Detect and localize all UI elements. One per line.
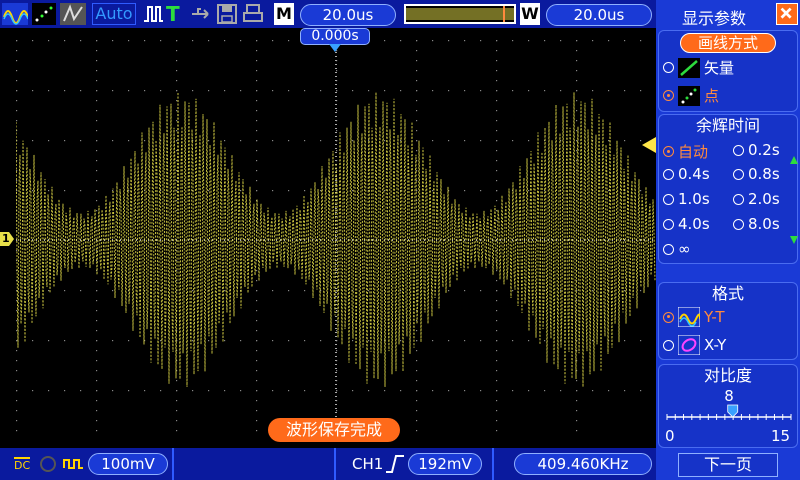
window-overview-bar[interactable]: [404, 4, 516, 24]
rising-edge-icon[interactable]: [384, 454, 406, 474]
next-page-button[interactable]: 下一页: [678, 453, 778, 477]
window-timebase-value[interactable]: 20.0us: [546, 4, 652, 26]
persist-option-infinite[interactable]: ∞: [663, 240, 691, 258]
draw-option-dots[interactable]: 点: [663, 85, 719, 106]
radio-icon: [663, 193, 674, 205]
trigger-level-value[interactable]: 192mV: [408, 453, 482, 475]
option-label: 2.0s: [748, 190, 780, 208]
persistence-section: 余辉时间 自动 0.2s 0.4s 0.8s 1.0s 2.0s 4.0s 8.…: [658, 114, 798, 264]
draw-mode-section: 画线方式 矢量 点: [658, 30, 798, 112]
persist-option-4-0s[interactable]: 4.0s: [663, 215, 710, 233]
contrast-min-label: 0: [665, 427, 675, 445]
scroll-down-icon[interactable]: [789, 235, 799, 245]
divider: [492, 448, 494, 480]
radio-icon: [663, 90, 674, 101]
contrast-max-label: 15: [771, 427, 791, 445]
close-button[interactable]: [776, 3, 798, 25]
waveform-format-icon[interactable]: [2, 3, 28, 25]
persist-option-auto[interactable]: 自动: [663, 141, 708, 162]
persist-option-1-0s[interactable]: 1.0s: [663, 190, 710, 208]
option-label: 1.0s: [678, 190, 710, 208]
format-section: 格式 Y-T X-Y: [658, 282, 798, 360]
printer-icon[interactable]: [242, 3, 264, 25]
option-label: X-Y: [704, 336, 727, 354]
option-label: 自动: [678, 143, 709, 161]
divider: [334, 448, 336, 480]
persist-option-0-8s[interactable]: 0.8s: [733, 165, 780, 183]
pulse-trigger-icon[interactable]: [142, 3, 164, 25]
radio-icon: [733, 193, 744, 205]
draw-mode-title: 画线方式: [680, 33, 776, 53]
format-title: 格式: [711, 284, 744, 303]
radio-icon: [663, 168, 674, 180]
dots-mode-icon[interactable]: [32, 3, 56, 25]
ch1-marker-label: 1: [2, 232, 10, 245]
radio-icon: [663, 243, 674, 255]
dc-coupling-icon[interactable]: DC: [14, 457, 31, 473]
waveform-display[interactable]: [16, 40, 656, 440]
format-option-yt[interactable]: Y-T: [663, 307, 725, 327]
format-option-xy[interactable]: X-Y: [663, 335, 726, 355]
radio-icon: [733, 168, 744, 180]
persist-option-8-0s[interactable]: 8.0s: [733, 215, 780, 233]
radio-icon: [663, 62, 674, 73]
persist-option-0-2s[interactable]: 0.2s: [733, 141, 780, 159]
draw-option-vector[interactable]: 矢量: [663, 57, 734, 78]
option-label: 0.2s: [748, 141, 780, 159]
save-icon[interactable]: [216, 3, 238, 25]
panel-header: 显示参数: [656, 0, 800, 30]
radio-icon: [663, 218, 674, 230]
radio-icon: [663, 146, 674, 157]
radio-icon: [733, 144, 744, 156]
vector-icon: [678, 57, 700, 78]
dots-icon: [678, 85, 700, 106]
status-message: 波形保存完成: [268, 418, 400, 442]
main-timebase-label: M: [274, 3, 294, 25]
contrast-title: 对比度: [703, 366, 752, 385]
option-label: Y-T: [704, 308, 725, 326]
frequency-counter-value: 409.460KHz: [514, 453, 652, 475]
option-label: 0.8s: [748, 165, 780, 183]
trigger-source-label[interactable]: CH1: [352, 455, 383, 473]
usb-icon: [192, 8, 209, 19]
option-label: 4.0s: [678, 215, 710, 233]
window-timebase-label: W: [520, 3, 540, 25]
option-label: ∞: [678, 240, 691, 258]
auto-mode-label[interactable]: Auto: [92, 3, 136, 25]
trigger-status-label: T: [166, 2, 180, 26]
radio-icon: [663, 311, 674, 323]
option-label: 矢量: [704, 59, 735, 77]
main-timebase-value[interactable]: 20.0us: [300, 4, 396, 26]
bottom-status-bar: DC 100mV CH1 192mV 409.460KHz: [0, 448, 656, 480]
top-toolbar: Auto T M 20.0us W 20.0us: [0, 0, 656, 28]
contrast-slider[interactable]: [665, 403, 793, 425]
trigger-position-arrow: [329, 44, 341, 52]
ch1-scale-value[interactable]: 100mV: [88, 453, 168, 475]
close-icon: [780, 7, 792, 19]
divider: [172, 448, 174, 480]
panel-title: 显示参数: [682, 9, 747, 28]
persist-option-0-4s[interactable]: 0.4s: [663, 165, 710, 183]
display-settings-panel: 显示参数 画线方式 矢量 点 余辉时间 自动 0.2s 0.4s 0.8s 1.…: [656, 0, 800, 480]
option-label: 点: [704, 87, 720, 105]
bandwidth-limit-icon: [40, 456, 56, 472]
trigger-offset-display[interactable]: 0.000s: [300, 28, 370, 45]
xy-icon: [678, 335, 700, 355]
persistence-icon[interactable]: [60, 3, 86, 25]
trigger-level-marker[interactable]: [642, 137, 656, 153]
persist-option-2-0s[interactable]: 2.0s: [733, 190, 780, 208]
radio-icon: [663, 339, 674, 351]
ac-coupling-icon: [63, 459, 83, 469]
radio-icon: [733, 218, 744, 230]
scroll-up-icon[interactable]: [789, 155, 799, 165]
contrast-section: 对比度 8 0 15: [658, 364, 798, 448]
option-label: 0.4s: [678, 165, 710, 183]
option-label: 8.0s: [748, 215, 780, 233]
yt-icon: [678, 307, 700, 327]
persistence-title: 余辉时间: [695, 116, 760, 135]
